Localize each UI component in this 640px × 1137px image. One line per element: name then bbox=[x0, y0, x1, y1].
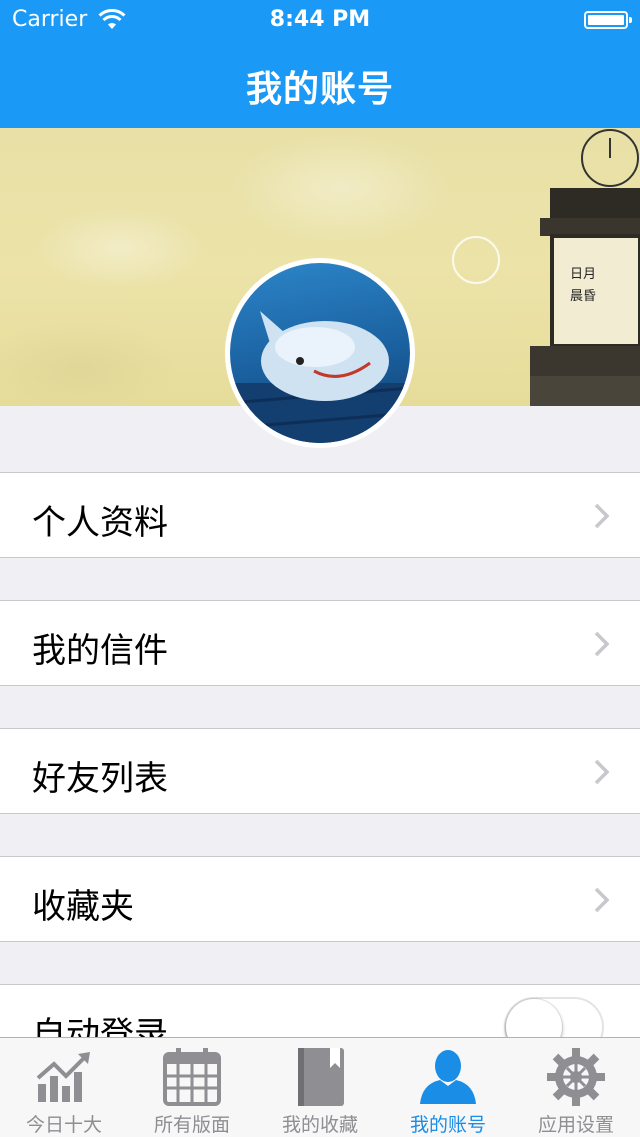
chevron-right-icon bbox=[594, 503, 610, 529]
tab-bar: 今日十大 所有版面 我的收藏 我的账号 应用设置 bbox=[0, 1037, 640, 1137]
tab-label: 所有版面 bbox=[153, 1114, 230, 1136]
profile-label: 个人资料 bbox=[32, 503, 168, 543]
chevron-right-icon bbox=[594, 759, 610, 785]
tab-label: 我的收藏 bbox=[281, 1114, 358, 1136]
clock: 8:44 PM bbox=[269, 7, 371, 32]
gear-icon bbox=[547, 1048, 605, 1106]
battery-icon bbox=[584, 11, 632, 29]
letters-row[interactable]: 我的信件 bbox=[0, 600, 640, 686]
svg-text:晨昏: 晨昏 bbox=[570, 289, 596, 304]
friends-row[interactable]: 好友列表 bbox=[0, 728, 640, 814]
calendar-icon bbox=[163, 1048, 221, 1106]
tab-label: 今日十大 bbox=[25, 1114, 102, 1136]
tab-all-boards[interactable]: 所有版面 bbox=[128, 1038, 256, 1137]
user-icon bbox=[420, 1050, 476, 1104]
book-icon bbox=[298, 1048, 344, 1106]
profile-row[interactable]: 个人资料 bbox=[0, 472, 640, 558]
friends-label: 好友列表 bbox=[32, 759, 168, 799]
status-bar: Carrier 8:44 PM bbox=[0, 0, 640, 40]
top-bar: Carrier 8:44 PM 我的账号 bbox=[0, 0, 640, 128]
tab-app-settings[interactable]: 应用设置 bbox=[512, 1038, 640, 1137]
svg-text:日月: 日月 bbox=[570, 267, 596, 282]
tab-label: 应用设置 bbox=[537, 1114, 614, 1136]
whale-figurine-image bbox=[230, 311, 410, 443]
chart-icon bbox=[36, 1052, 90, 1102]
tab-my-favorites[interactable]: 我的收藏 bbox=[256, 1038, 384, 1137]
chevron-right-icon bbox=[594, 631, 610, 657]
sundial-illustration: 日月 晨昏 bbox=[530, 129, 640, 406]
favorites-row[interactable]: 收藏夹 bbox=[0, 856, 640, 942]
seal-stamp bbox=[452, 236, 500, 284]
favorites-label: 收藏夹 bbox=[32, 887, 134, 927]
chevron-right-icon bbox=[594, 887, 610, 913]
avatar[interactable] bbox=[225, 258, 415, 448]
tab-top-ten[interactable]: 今日十大 bbox=[0, 1038, 128, 1137]
letters-label: 我的信件 bbox=[32, 631, 168, 671]
tab-label: 我的账号 bbox=[409, 1114, 486, 1136]
tab-my-account[interactable]: 我的账号 bbox=[384, 1038, 512, 1137]
page-title: 我的账号 bbox=[245, 69, 394, 110]
